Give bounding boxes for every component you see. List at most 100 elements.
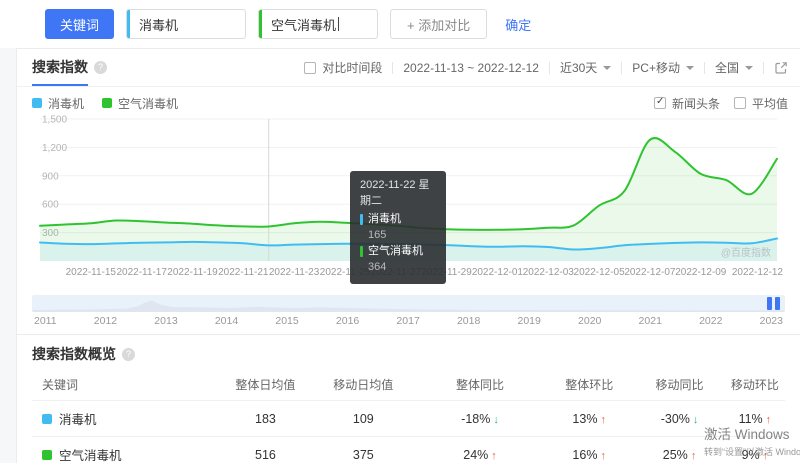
series-swatch — [42, 414, 52, 424]
overview-table: 关键词整体日均值移动日均值整体同比整体环比移动同比移动环比 消毒机183109-… — [32, 369, 785, 463]
svg-text:2022-11-15: 2022-11-15 — [66, 267, 117, 278]
svg-text:900: 900 — [42, 171, 59, 182]
tab-search-index[interactable]: 搜索指数 — [32, 49, 88, 86]
timeline-year-label: 2016 — [336, 315, 359, 327]
keyword-cell: 消毒机 — [32, 401, 220, 437]
timeline-year-label: 2018 — [457, 315, 480, 327]
svg-text:2022-12-03: 2022-12-03 — [523, 267, 575, 278]
slider-handles[interactable] — [767, 297, 780, 310]
change-cell: 16%↑ — [544, 437, 634, 463]
platform-select[interactable]: PC+移动 — [632, 59, 694, 76]
svg-text:2022-11-27: 2022-11-27 — [371, 267, 422, 278]
change-cell: 24%↑ — [416, 437, 544, 463]
timeline-year-label: 2013 — [154, 315, 177, 327]
news-headlines-checkbox[interactable]: 新闻头条 — [654, 95, 720, 112]
region-select-value: 全国 — [715, 59, 739, 76]
checkbox-checked-icon[interactable] — [654, 97, 666, 109]
timeline-year-label: 2011 — [34, 315, 57, 327]
up-arrow-icon: ↑ — [600, 450, 606, 462]
chevron-down-icon — [603, 66, 611, 74]
svg-text:2022-12-09: 2022-12-09 — [675, 267, 727, 278]
change-cell: 13%↑ — [544, 401, 634, 437]
legend-row: 消毒机 空气消毒机 新闻头条 平均值 — [17, 87, 800, 111]
trend-chart[interactable]: 3006009001,2001,5002022-11-152022-11-172… — [32, 113, 785, 291]
region-select[interactable]: 全国 — [715, 59, 753, 76]
timeline-year-label: 2019 — [517, 315, 540, 327]
svg-text:2022-12-01: 2022-12-01 — [472, 267, 524, 278]
checkbox-icon[interactable] — [734, 97, 746, 109]
keyword-input-2[interactable]: 空气消毒机 — [258, 9, 378, 39]
add-compare-button[interactable]: + 添加对比 — [390, 9, 487, 39]
chevron-down-icon — [745, 66, 753, 74]
change-cell: 25%↑ — [634, 437, 724, 463]
keyword-cell: 空气消毒机 — [32, 437, 220, 463]
compare-period-checkbox[interactable]: 对比时间段 — [304, 59, 382, 76]
chart-canvas[interactable]: 3006009001,2001,5002022-11-152022-11-172… — [32, 113, 785, 294]
slider-sparkline — [32, 295, 785, 312]
timeline-year-label: 2020 — [578, 315, 601, 327]
svg-text:2022-11-23: 2022-11-23 — [269, 267, 320, 278]
separator — [704, 62, 705, 74]
chart-controls: 对比时间段 2022-11-13 ~ 2022-12-12 近30天 PC+移动… — [304, 49, 788, 86]
svg-text:2022-11-21: 2022-11-21 — [218, 267, 269, 278]
svg-text:1,200: 1,200 — [42, 143, 67, 154]
overall-daily-cell: 516 — [220, 437, 310, 463]
range-select-value: 近30天 — [560, 59, 597, 76]
average-label: 平均值 — [752, 95, 788, 112]
panel-header: 搜索指数 ? 对比时间段 2022-11-13 ~ 2022-12-12 近30… — [17, 49, 800, 87]
overall-daily-cell: 183 — [220, 401, 310, 437]
up-arrow-icon: ↑ — [600, 414, 606, 426]
checkbox-icon[interactable] — [304, 62, 316, 74]
mobile-daily-cell: 109 — [311, 401, 416, 437]
help-icon[interactable]: ? — [94, 61, 107, 74]
export-button[interactable] — [774, 61, 788, 75]
overview-section: 搜索指数概览 ? 关键词整体日均值移动日均值整体同比整体环比移动同比移动环比 消… — [17, 335, 800, 463]
overview-title: 搜索指数概览 — [32, 344, 116, 364]
column-header: 关键词 — [32, 369, 220, 401]
slider-handle-left[interactable] — [767, 297, 772, 310]
legend-label: 空气消毒机 — [118, 95, 178, 112]
average-checkbox[interactable]: 平均值 — [734, 95, 788, 112]
down-arrow-icon: ↓ — [693, 414, 699, 426]
timeline-year-label: 2022 — [699, 315, 722, 327]
table-row: 空气消毒机51637524%↑16%↑25%↑9%↑ — [32, 437, 785, 463]
legend-items: 消毒机 空气消毒机 — [32, 95, 178, 112]
legend-item[interactable]: 空气消毒机 — [102, 95, 178, 112]
text-caret — [338, 17, 339, 31]
help-icon[interactable]: ? — [122, 348, 135, 361]
down-arrow-icon: ↓ — [493, 414, 499, 426]
legend-label: 消毒机 — [48, 95, 84, 112]
range-select[interactable]: 近30天 — [560, 59, 611, 76]
svg-text:2022-12-07: 2022-12-07 — [624, 267, 676, 278]
search-index-panel: 搜索指数 ? 对比时间段 2022-11-13 ~ 2022-12-12 近30… — [16, 48, 800, 463]
confirm-link[interactable]: 确定 — [505, 15, 531, 34]
svg-text:2022-11-29: 2022-11-29 — [421, 267, 472, 278]
timeline-year-label: 2017 — [396, 315, 419, 327]
change-cell: -30%↓ — [634, 401, 724, 437]
timeline-year-label: 2023 — [760, 315, 783, 327]
svg-text:2022-11-17: 2022-11-17 — [116, 267, 167, 278]
timeline-year-label: 2021 — [639, 315, 662, 327]
svg-text:600: 600 — [42, 200, 59, 211]
keyword-button[interactable]: 关键词 — [45, 9, 114, 39]
column-header: 移动同比 — [634, 369, 724, 401]
change-cell: -18%↓ — [416, 401, 544, 437]
up-arrow-icon: ↑ — [766, 414, 772, 426]
slider-track[interactable] — [32, 295, 785, 312]
up-arrow-icon: ↑ — [691, 450, 697, 462]
keyword-input-1[interactable]: 消毒机 — [126, 9, 246, 39]
svg-text:2022-11-25: 2022-11-25 — [320, 267, 371, 278]
column-header: 整体同比 — [416, 369, 544, 401]
timeline-years: 2011201220132014201520162017201820192020… — [34, 315, 783, 327]
platform-select-value: PC+移动 — [632, 59, 680, 76]
table-header-row: 关键词整体日均值移动日均值整体同比整体环比移动同比移动环比 — [32, 369, 785, 401]
news-headlines-label: 新闻头条 — [672, 95, 720, 112]
change-cell: 11%↑ — [725, 401, 785, 437]
legend-item[interactable]: 消毒机 — [32, 95, 84, 112]
slider-handle-right[interactable] — [775, 297, 780, 310]
timeline-slider: 2011201220132014201520162017201820192020… — [32, 295, 785, 327]
timeline-year-label: 2014 — [215, 315, 238, 327]
date-range[interactable]: 2022-11-13 ~ 2022-12-12 — [403, 61, 539, 75]
up-arrow-icon: ↑ — [763, 450, 769, 462]
svg-text:2022-11-19: 2022-11-19 — [167, 267, 218, 278]
